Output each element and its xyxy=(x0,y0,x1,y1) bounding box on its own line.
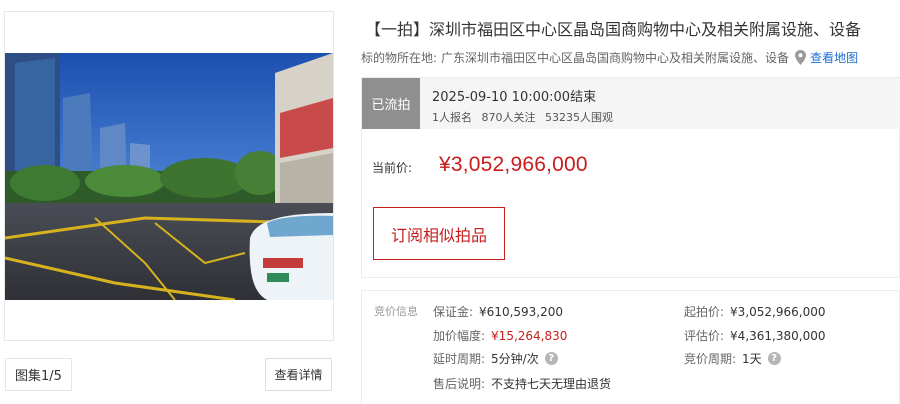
appraisal-row: 评估价: ¥4,361,380,000 xyxy=(684,327,825,344)
deposit-label: 保证金: xyxy=(433,305,474,319)
end-time: 2025-09-10 10:00:00结束 xyxy=(432,90,597,105)
help-icon[interactable]: ? xyxy=(544,352,558,365)
location-label: 标的物所在地: xyxy=(361,51,438,65)
increment-label: 加价幅度: xyxy=(433,329,486,343)
location-value: 广东深圳市福田区中心区晶岛国商购物中心及相关附属设施、设备 xyxy=(441,51,790,65)
deposit-value: ¥610,593,200 xyxy=(479,304,564,319)
signup-count: 1人报名 xyxy=(432,111,472,124)
auction-period-value: 1天 xyxy=(742,352,762,366)
engagement-counts: 1人报名 870人关注 53235人围观 xyxy=(432,109,619,125)
extension-value: 5分钟/次 xyxy=(491,352,539,366)
gallery-frame xyxy=(4,11,334,341)
auction-status-panel: 已流拍 2025-09-10 10:00:00结束 1人报名 870人关注 53… xyxy=(361,77,900,278)
status-badge: 已流拍 xyxy=(362,78,420,129)
starting-price-row: 起拍价: ¥3,052,966,000 xyxy=(684,303,825,320)
follower-count: 870人关注 xyxy=(481,111,536,124)
auction-period-row: 竞价周期: 1天 ? xyxy=(684,350,781,367)
after-sales-value: 不支持七天无理由退货 xyxy=(491,377,612,391)
view-map-link[interactable]: 查看地图 xyxy=(810,49,858,66)
starting-price-value: ¥3,052,966,000 xyxy=(730,304,826,319)
status-strip: 已流拍 2025-09-10 10:00:00结束 1人报名 870人关注 53… xyxy=(362,78,900,129)
extension-row: 延时周期: 5分钟/次 ? xyxy=(433,350,558,367)
starting-price-label: 起拍价: xyxy=(684,305,725,319)
increment-row: 加价幅度: ¥15,264,830 xyxy=(433,327,567,344)
gallery-counter: 图集1/5 xyxy=(5,358,72,391)
bid-info-title: 竞价信息 xyxy=(374,305,418,318)
location-row: 标的物所在地: 广东深圳市福田区中心区晶岛国商购物中心及相关附属设施、设备 查看… xyxy=(361,49,858,66)
viewer-count: 53235人围观 xyxy=(545,111,613,124)
appraisal-value: ¥4,361,380,000 xyxy=(730,328,826,343)
subscribe-similar-button[interactable]: 订阅相似拍品 xyxy=(373,207,505,260)
appraisal-label: 评估价: xyxy=(684,329,725,343)
bid-info-panel: 竞价信息 保证金: ¥610,593,200 起拍价: ¥3,052,966,0… xyxy=(361,290,900,404)
deposit-row: 保证金: ¥610,593,200 xyxy=(433,303,563,320)
view-details-button[interactable]: 查看详情 xyxy=(265,358,332,391)
map-pin-icon xyxy=(794,50,807,65)
property-photo-image xyxy=(5,53,333,300)
current-price-label: 当前价: xyxy=(372,161,413,175)
after-sales-row: 售后说明: 不支持七天无理由退货 xyxy=(433,375,611,392)
page-title: 【一拍】深圳市福田区中心区晶岛国商购物中心及相关附属设施、设备 xyxy=(365,20,862,39)
current-price-value: ¥3,052,966,000 xyxy=(439,153,588,176)
property-photo[interactable] xyxy=(5,53,333,300)
increment-value: ¥15,264,830 xyxy=(491,328,568,343)
auction-period-label: 竞价周期: xyxy=(684,352,737,366)
help-icon[interactable]: ? xyxy=(767,352,781,365)
after-sales-label: 售后说明: xyxy=(433,377,486,391)
extension-label: 延时周期: xyxy=(433,352,486,366)
